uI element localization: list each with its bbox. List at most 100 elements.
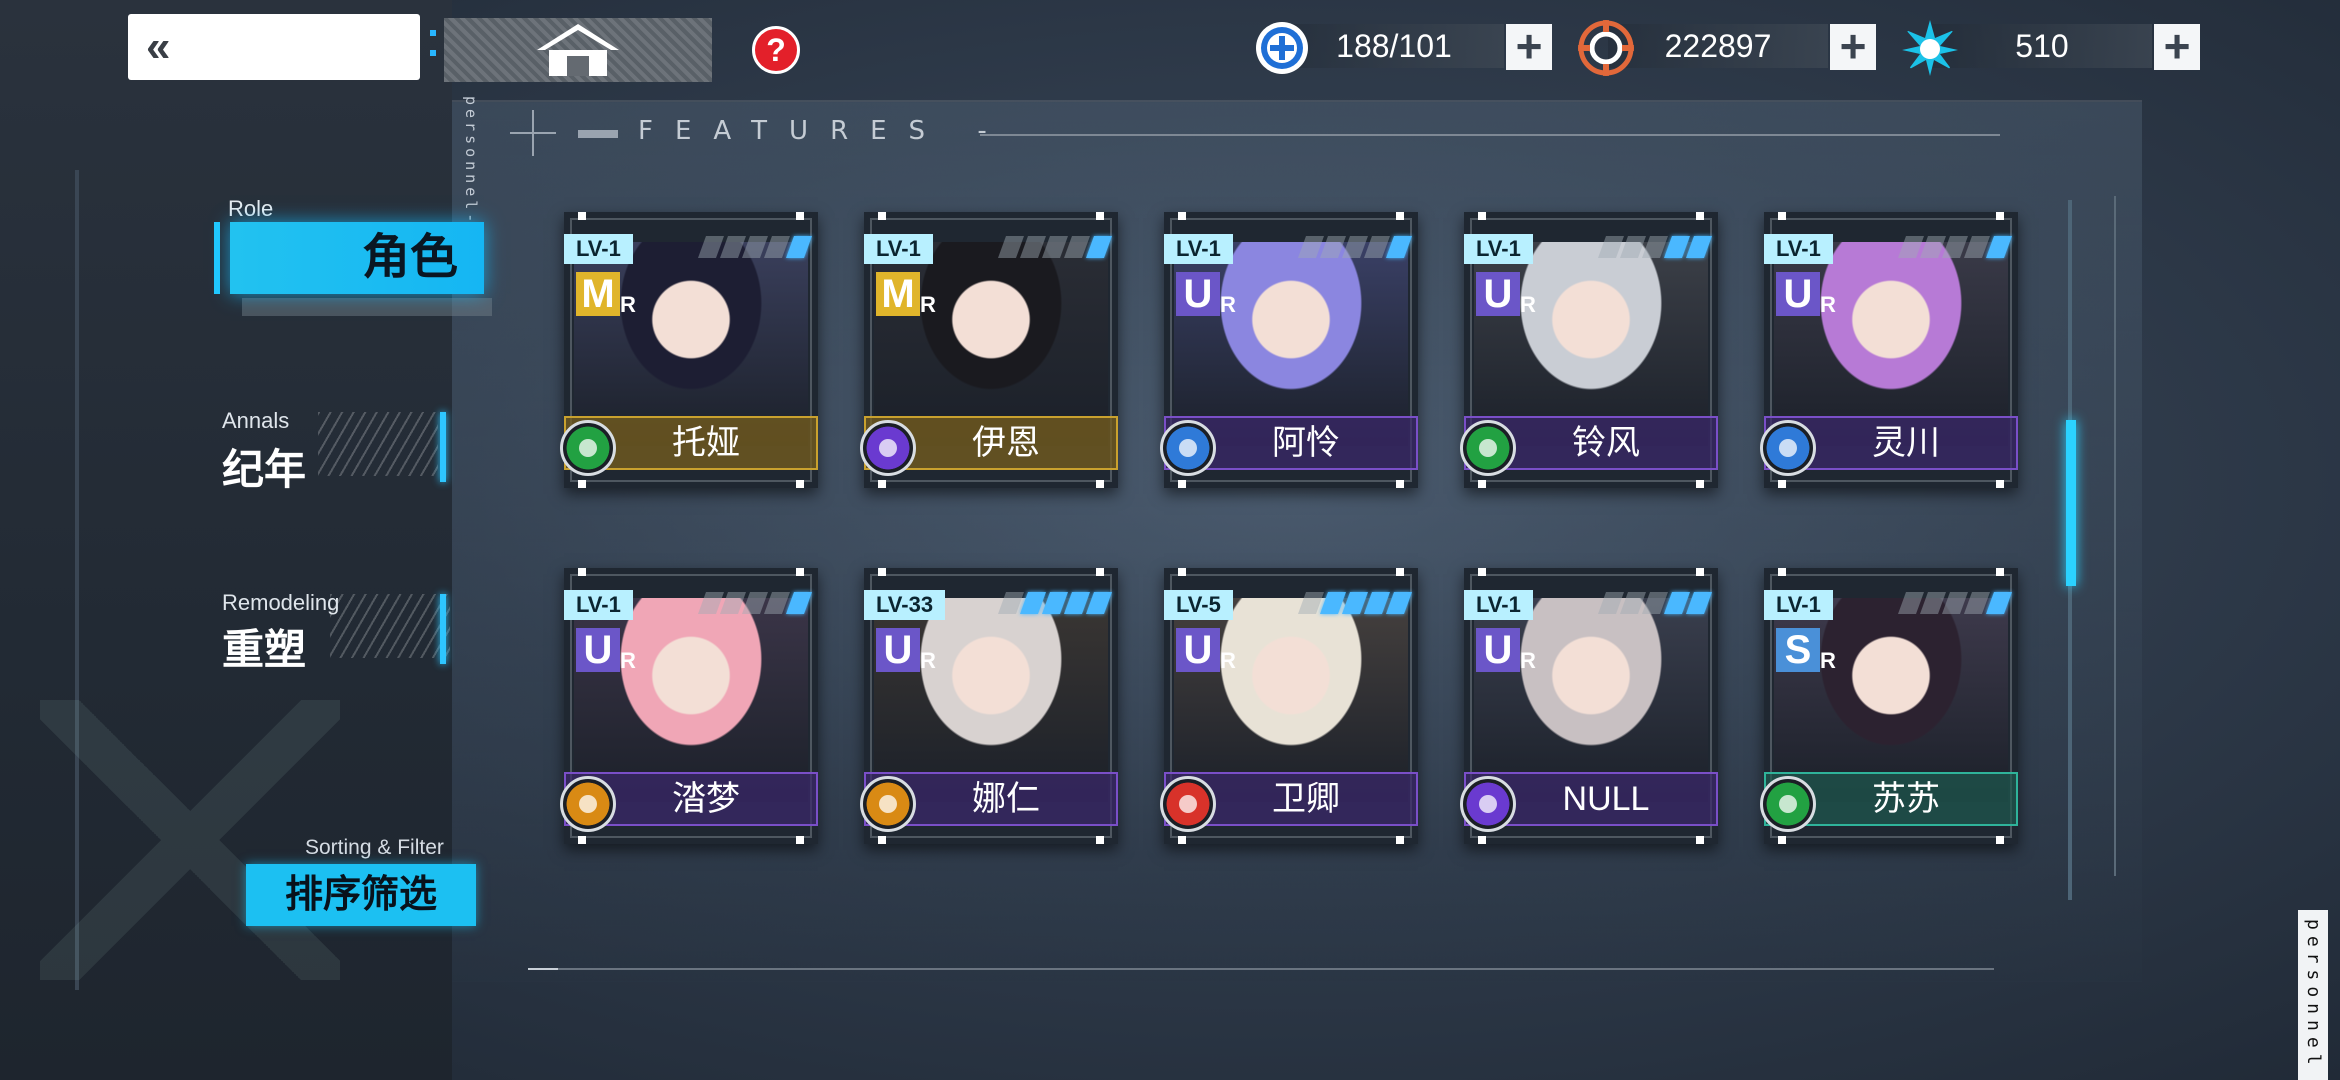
level-badge: LV-1 [1764,234,1833,264]
double-chevron-left-icon: « [146,22,171,71]
add-stamina-button[interactable]: + [1506,23,1552,70]
home-icon [537,24,619,76]
nav-annals-indicator [440,412,446,482]
add-crystal-button[interactable]: + [2154,23,2200,70]
nav-role-en: Role [228,196,274,221]
character-card[interactable]: LV-1 U R 涾梦 [560,568,818,844]
side-label-bottom: personnel [2298,910,2328,1080]
rarity-suffix: R [1220,292,1236,317]
star-rating [1297,592,1413,618]
star-rating [1897,236,2013,262]
nav-annals-hatch [318,412,438,476]
thunder-element-icon [860,776,916,832]
add-coin-button[interactable]: + [1830,23,1876,70]
character-card[interactable]: LV-1 U R 铃风 [1460,212,1718,488]
nav-role-shadow [242,298,492,316]
rarity-suffix: R [1820,292,1836,317]
crystal-burst-icon [1902,20,1958,76]
level-badge: LV-5 [1164,590,1233,620]
scrollbar-thumb[interactable] [2066,420,2076,586]
nav-remodeling-en: Remodeling [222,590,340,615]
nav-annals-en: Annals [222,408,290,433]
level-badge: LV-1 [1764,590,1833,620]
resource-stamina: 188/101 + [1254,20,1554,74]
star-rating [997,592,1113,618]
rarity-badge: U [1176,272,1220,316]
star-rating [697,592,813,618]
resource-coin-value: 222897 [1608,24,1828,68]
nav-role-indicator [214,222,220,294]
level-badge: LV-1 [1464,234,1533,264]
star-rating [697,236,813,262]
rarity-badge: U [1476,628,1520,672]
character-card[interactable]: LV-5 U R 卫卿 [1160,568,1418,844]
star-rating [997,236,1113,262]
resource-stamina-value: 188/101 [1284,24,1504,68]
nav-tab-role[interactable]: 角色 [230,222,484,294]
void-element-icon [860,420,916,476]
rarity-badge: U [1476,272,1520,316]
wind-element-icon [560,420,616,476]
home-indicator-dots [430,30,436,70]
rarity-suffix: R [1220,648,1236,673]
character-card[interactable]: LV-1 U R NULL [1460,568,1718,844]
level-badge: LV-1 [1464,590,1533,620]
level-badge: LV-1 [564,590,633,620]
thunder-element-icon [560,776,616,832]
sort-filter-en: Sorting & Filter [305,836,444,859]
header-line [980,134,2000,136]
rarity-suffix: R [920,292,936,317]
rarity-suffix: R [620,648,636,673]
character-card[interactable]: LV-1 M R 托娅 [560,212,818,488]
features-header: FEATURES - [510,110,2000,156]
star-rating [1897,592,2013,618]
rarity-badge: U [1776,272,1820,316]
stamina-plus-icon [1256,22,1308,74]
rarity-badge: S [1776,628,1820,672]
target-coin-icon [1578,20,1634,76]
rarity-suffix: R [920,648,936,673]
star-rating [1597,592,1713,618]
level-badge: LV-1 [564,234,633,264]
nav-tab-remodeling[interactable]: 重塑 [222,616,306,677]
x-decoration [40,700,340,980]
features-label: FEATURES - [638,116,1009,146]
rarity-badge: M [876,272,920,316]
star-rating [1597,236,1713,262]
level-badge: LV-33 [864,590,946,620]
bottom-divider [528,968,1994,970]
rarity-suffix: R [1520,292,1536,317]
character-card[interactable]: LV-1 U R 灵川 [1760,212,2018,488]
water-element-icon [1760,420,1816,476]
nav-remodeling-indicator [440,594,446,664]
water-element-icon [1160,420,1216,476]
back-button[interactable]: « [128,14,420,80]
nav-remodeling-hatch [330,594,450,658]
rarity-badge: U [1176,628,1220,672]
resource-coin: 222897 + [1578,20,1878,76]
rarity-badge: M [576,272,620,316]
void-element-icon [1460,776,1516,832]
level-badge: LV-1 [864,234,933,264]
rarity-badge: U [876,628,920,672]
rarity-suffix: R [1520,648,1536,673]
character-card[interactable]: LV-1 S R 苏苏 [1760,568,2018,844]
help-button[interactable]: ? [752,26,800,74]
character-card[interactable]: LV-1 U R 阿怜 [1160,212,1418,488]
character-card[interactable]: LV-33 U R 娜仁 [860,568,1118,844]
resource-crystal: 510 + [1902,20,2202,76]
crosshair-icon [510,110,556,156]
fire-element-icon [1160,776,1216,832]
sort-filter-button[interactable]: 排序筛选 [246,864,476,926]
header-dash [578,130,618,138]
home-button[interactable] [444,18,712,82]
scroll-guide-line [2114,196,2116,876]
resource-crystal-value: 510 [1932,24,2152,68]
wind-element-icon [1760,776,1816,832]
nav-tab-annals[interactable]: 纪年 [222,436,306,497]
character-card[interactable]: LV-1 M R 伊恩 [860,212,1118,488]
rarity-suffix: R [1820,648,1836,673]
wind-element-icon [1460,420,1516,476]
rarity-suffix: R [620,292,636,317]
rarity-badge: U [576,628,620,672]
